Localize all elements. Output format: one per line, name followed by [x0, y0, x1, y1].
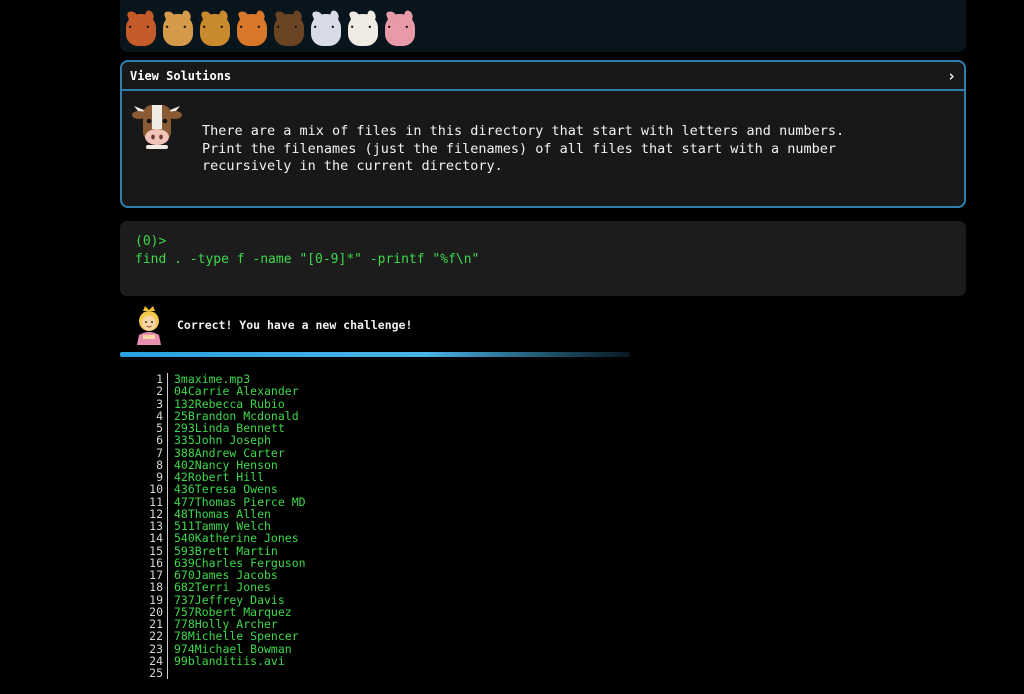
- solutions-title: View Solutions: [130, 68, 232, 83]
- output-line-text: 335John Joseph: [174, 433, 271, 448]
- line-number: 11: [146, 495, 168, 508]
- animal-eyes: • •: [349, 23, 377, 32]
- output-line-text: 682Terri Jones: [174, 580, 271, 595]
- line-number: 14: [146, 532, 168, 545]
- solutions-header[interactable]: View Solutions ›: [122, 62, 964, 91]
- progress-bar: [120, 352, 966, 357]
- output-line-text: 388Andrew Carter: [174, 445, 285, 460]
- output-line: 7 388Andrew Carter: [146, 445, 306, 460]
- output-line-text: 540Katherine Jones: [174, 531, 299, 546]
- output-line-text: 436Teresa Owens: [174, 482, 278, 497]
- cat-icon: • •: [163, 14, 193, 46]
- output-line: 10 436Teresa Owens: [146, 482, 306, 497]
- command-box: (0)> find . -type f -name "[0-9]*" -prin…: [120, 221, 966, 296]
- output-line: 3 132Rebecca Rubio: [146, 396, 306, 411]
- chevron-right-icon[interactable]: ›: [947, 67, 956, 85]
- output-line-text: 132Rebecca Rubio: [174, 396, 285, 411]
- animal-eyes: • •: [275, 23, 303, 32]
- command-prompt: (0)>: [135, 234, 167, 249]
- lion-icon: • •: [200, 14, 230, 46]
- solutions-panel: View Solutions › There are a mix of file…: [120, 60, 966, 208]
- animal-eyes: • •: [386, 23, 414, 32]
- challenge-description: There are a mix of files in this directo…: [202, 123, 942, 176]
- progress-fill: [120, 352, 630, 357]
- line-number: 3: [146, 397, 168, 410]
- line-number: 2: [146, 385, 168, 398]
- output-line: 22 78Michelle Spencer: [146, 629, 306, 644]
- output-line: 14 540Katherine Jones: [146, 531, 306, 546]
- cow-icon: [132, 105, 182, 149]
- animal-row: • • • • • • • • • • • • • • • •: [126, 14, 415, 46]
- command-text: find . -type f -name "[0-9]*" -printf "%…: [135, 252, 480, 267]
- output-line-text: 99blanditiis.avi: [174, 653, 285, 668]
- output-line-text: 477Thomas Pierce MD: [174, 494, 306, 509]
- challenge-line: Print the filenames (just the filenames)…: [202, 140, 836, 157]
- horse-icon: • •: [274, 14, 304, 46]
- output-line-text: 974Michael Bowman: [174, 641, 292, 656]
- cow-icon: • •: [348, 14, 378, 46]
- animal-eyes: • •: [238, 23, 266, 32]
- output-line: 24 99blanditiis.avi: [146, 653, 306, 668]
- output-line: 25: [146, 667, 306, 679]
- animal-eyes: • •: [201, 23, 229, 32]
- line-number: 15: [146, 544, 168, 557]
- fox-icon: • •: [126, 14, 156, 46]
- output-line-text: 04Carrie Alexander: [174, 384, 299, 399]
- animal-eyes: • •: [312, 23, 340, 32]
- output-line: 2 04Carrie Alexander: [146, 384, 306, 399]
- output-line: 15 593Brett Martin: [146, 543, 306, 558]
- animal-strip: • • • • • • • • • • • • • • • •: [120, 0, 966, 52]
- output-line: 6 335John Joseph: [146, 433, 306, 448]
- line-number: 10: [146, 483, 168, 496]
- animal-eyes: • •: [127, 23, 155, 32]
- challenge-line: There are a mix of files in this directo…: [202, 123, 845, 139]
- result-row: Correct! You have a new challenge!: [120, 303, 966, 347]
- output-listing: 1 3maxime.mp3 2 04Carrie Alexander 3 132Rebec…: [146, 373, 306, 680]
- output-line: 18 682Terri Jones: [146, 580, 306, 595]
- princess-icon: [137, 306, 161, 345]
- result-message: Correct! You have a new challenge!: [177, 318, 413, 332]
- unicorn-icon: • •: [311, 14, 341, 46]
- line-number: 6: [146, 434, 168, 447]
- output-line-text: 78Michelle Spencer: [174, 629, 299, 644]
- line-number: 19: [146, 593, 168, 606]
- challenge-line: recursively in the current directory.: [202, 158, 503, 174]
- animal-eyes: • •: [164, 23, 192, 32]
- line-number: 7: [146, 446, 168, 459]
- output-line-text: 593Brett Martin: [174, 543, 278, 558]
- pig-icon: • •: [385, 14, 415, 46]
- output-line-text: [168, 667, 174, 679]
- line-number: 25: [146, 667, 168, 679]
- output-line: 19 737Jeffrey Davis: [146, 592, 306, 607]
- output-line-text: 737Jeffrey Davis: [174, 592, 285, 607]
- line-number: 22: [146, 630, 168, 643]
- output-line: 11 477Thomas Pierce MD: [146, 494, 306, 509]
- line-number: 18: [146, 581, 168, 594]
- output-line: 23 974Michael Bowman: [146, 641, 306, 656]
- line-number: 23: [146, 642, 168, 655]
- tiger-icon: • •: [237, 14, 267, 46]
